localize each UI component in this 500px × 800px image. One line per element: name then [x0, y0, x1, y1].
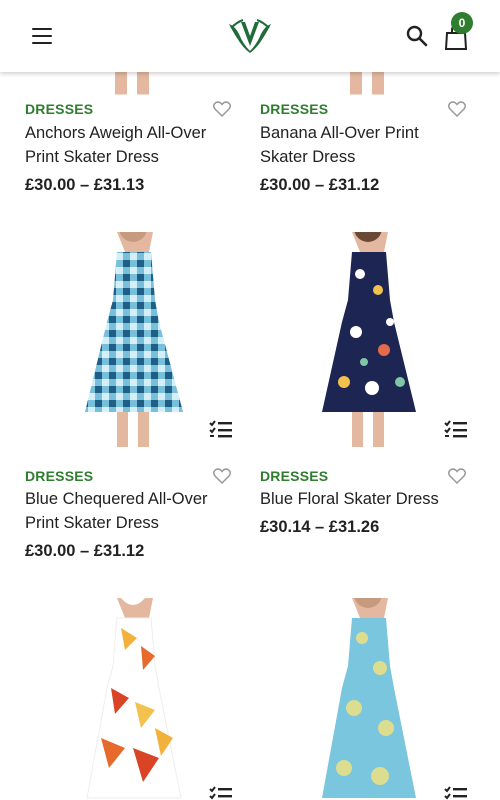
product-price: £30.00 – £31.12	[260, 176, 380, 194]
product-category[interactable]: DRESSES	[260, 101, 328, 117]
product-price: £30.00 – £31.12	[25, 542, 145, 560]
quick-view-list-icon[interactable]	[209, 786, 233, 800]
product-card[interactable]	[25, 598, 240, 800]
product-image[interactable]	[25, 232, 240, 447]
product-category[interactable]: DRESSES	[260, 468, 328, 484]
product-title[interactable]: Blue Chequered All-Over Print Skater Dre…	[25, 487, 215, 535]
product-title[interactable]: Banana All-Over Print Skater Dress	[260, 121, 450, 169]
product-card[interactable]: DRESSES Blue Chequered All-Over Print Sk…	[25, 232, 240, 572]
wishlist-heart-icon[interactable]	[213, 468, 231, 484]
product-image[interactable]	[260, 598, 475, 800]
product-image[interactable]	[260, 232, 475, 447]
app-header: 0	[0, 0, 500, 72]
product-title[interactable]: Anchors Aweigh All-Over Print Skater Dre…	[25, 121, 215, 169]
shop-logo[interactable]	[227, 18, 273, 54]
product-card[interactable]	[260, 598, 475, 800]
wishlist-heart-icon[interactable]	[213, 101, 231, 117]
product-title[interactable]: Blue Floral Skater Dress	[260, 487, 450, 511]
product-image[interactable]	[25, 598, 240, 800]
hamburger-menu-icon[interactable]	[32, 28, 52, 44]
product-price: £30.00 – £31.13	[25, 176, 145, 194]
product-category[interactable]: DRESSES	[25, 468, 93, 484]
search-icon[interactable]	[405, 24, 429, 48]
product-card[interactable]: DRESSES Blue Floral Skater Dress £30.14 …	[260, 232, 475, 572]
quick-view-list-icon[interactable]	[444, 786, 468, 800]
quick-view-list-icon[interactable]	[444, 420, 468, 438]
wishlist-heart-icon[interactable]	[448, 468, 466, 484]
product-price: £30.14 – £31.26	[260, 518, 380, 536]
quick-view-list-icon[interactable]	[209, 420, 233, 438]
product-category[interactable]: DRESSES	[25, 101, 93, 117]
wishlist-heart-icon[interactable]	[448, 101, 466, 117]
cart-count-badge: 0	[451, 12, 473, 34]
